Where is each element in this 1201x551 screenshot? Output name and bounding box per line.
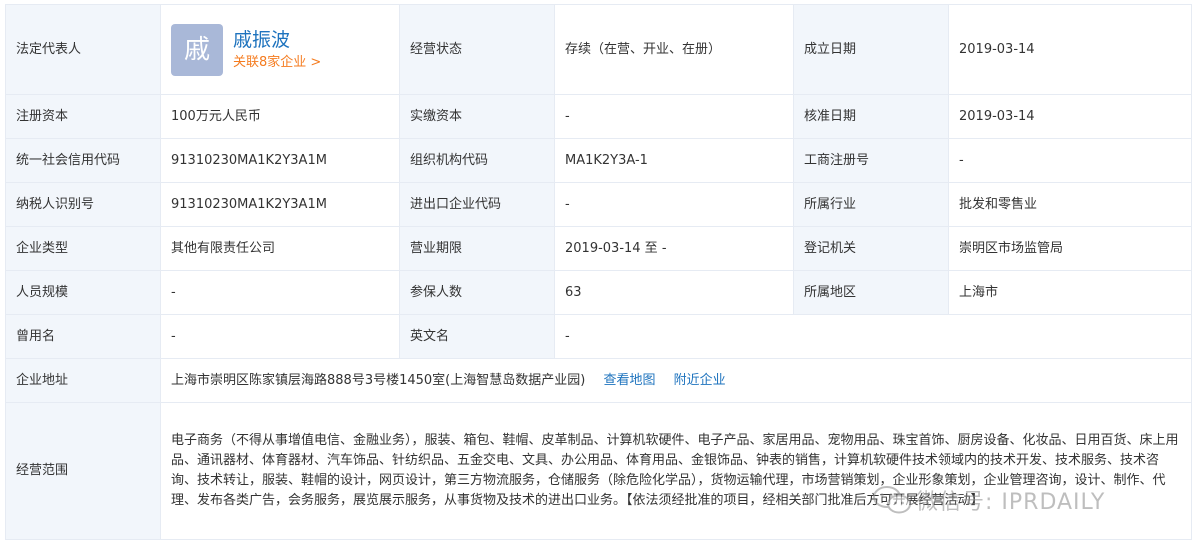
address-label: 企业地址: [5, 358, 161, 403]
field-label: 注册资本: [5, 94, 161, 139]
field-label: 组织机构代码: [399, 138, 555, 183]
field-value: -: [554, 182, 794, 227]
field-value: -: [554, 94, 794, 139]
table-row: 统一社会信用代码 91310230MA1K2Y3A1M 组织机构代码 MA1K2…: [5, 138, 1192, 183]
scope-value: 电子商务（不得从事增值电信、金融业务），服装、箱包、鞋帽、皮革制品、计算机软硬件…: [160, 402, 1192, 540]
field-label: 工商注册号: [793, 138, 949, 183]
field-label: 进出口企业代码: [399, 182, 555, 227]
field-value: 91310230MA1K2Y3A1M: [160, 138, 400, 183]
field-label: 经营状态: [399, 4, 555, 95]
field-value: 崇明区市场监管局: [948, 226, 1192, 271]
field-label: 登记机关: [793, 226, 949, 271]
field-value: 91310230MA1K2Y3A1M: [160, 182, 400, 227]
field-value: 63: [554, 270, 794, 315]
table-row: 曾用名 - 英文名 -: [5, 314, 1192, 359]
field-label: 曾用名: [5, 314, 161, 359]
field-label: 统一社会信用代码: [5, 138, 161, 183]
legal-rep-label: 法定代表人: [5, 4, 161, 95]
scope-label: 经营范围: [5, 402, 161, 540]
address-cell: 上海市崇明区陈家镇层海路888号3号楼1450室(上海智慧岛数据产业园) 查看地…: [160, 358, 1192, 403]
field-value: 存续（在营、开业、在册）: [554, 4, 794, 95]
table-row: 法定代表人 戚 戚振波 关联8家企业 > 经营状态 存续（在营、开业、在册） 成…: [5, 4, 1192, 95]
field-label: 人员规模: [5, 270, 161, 315]
field-value: 2019-03-14: [948, 4, 1192, 95]
field-value: -: [554, 314, 1192, 359]
field-value: 其他有限责任公司: [160, 226, 400, 271]
table-row: 企业类型 其他有限责任公司 营业期限 2019-03-14 至 - 登记机关 崇…: [5, 226, 1192, 271]
field-value: MA1K2Y3A-1: [554, 138, 794, 183]
table-row: 注册资本 100万元人民币 实缴资本 - 核准日期 2019-03-14: [5, 94, 1192, 139]
field-value: 2019-03-14 至 -: [554, 226, 794, 271]
field-label: 企业类型: [5, 226, 161, 271]
legal-rep-name-link[interactable]: 戚振波: [233, 27, 321, 53]
address-value: 上海市崇明区陈家镇层海路888号3号楼1450室(上海智慧岛数据产业园): [171, 372, 586, 388]
field-label: 英文名: [399, 314, 555, 359]
field-label: 纳税人识别号: [5, 182, 161, 227]
field-label: 实缴资本: [399, 94, 555, 139]
related-companies-link[interactable]: 关联8家企业 >: [233, 53, 321, 73]
field-value: 上海市: [948, 270, 1192, 315]
field-value: -: [160, 314, 400, 359]
field-label: 所属行业: [793, 182, 949, 227]
field-label: 核准日期: [793, 94, 949, 139]
avatar[interactable]: 戚: [171, 23, 223, 76]
company-info-panel: 法定代表人 戚 戚振波 关联8家企业 > 经营状态 存续（在营、开业、在册） 成…: [0, 0, 1201, 551]
field-value: -: [948, 138, 1192, 183]
field-value: 100万元人民币: [160, 94, 400, 139]
field-label: 营业期限: [399, 226, 555, 271]
field-label: 成立日期: [793, 4, 949, 95]
table-row: 企业地址 上海市崇明区陈家镇层海路888号3号楼1450室(上海智慧岛数据产业园…: [5, 358, 1192, 403]
field-value: 批发和零售业: [948, 182, 1192, 227]
field-label: 参保人数: [399, 270, 555, 315]
company-info-table: 法定代表人 戚 戚振波 关联8家企业 > 经营状态 存续（在营、开业、在册） 成…: [5, 4, 1192, 540]
nearby-companies-link[interactable]: 附近企业: [674, 373, 726, 388]
table-row: 纳税人识别号 91310230MA1K2Y3A1M 进出口企业代码 - 所属行业…: [5, 182, 1192, 227]
table-row: 经营范围 电子商务（不得从事增值电信、金融业务），服装、箱包、鞋帽、皮革制品、计…: [5, 402, 1192, 540]
table-row: 人员规模 - 参保人数 63 所属地区 上海市: [5, 270, 1192, 315]
field-label: 所属地区: [793, 270, 949, 315]
field-value: -: [160, 270, 400, 315]
field-value: 2019-03-14: [948, 94, 1192, 139]
legal-rep-cell: 戚 戚振波 关联8家企业 >: [160, 4, 400, 95]
view-map-link[interactable]: 查看地图: [603, 373, 655, 388]
